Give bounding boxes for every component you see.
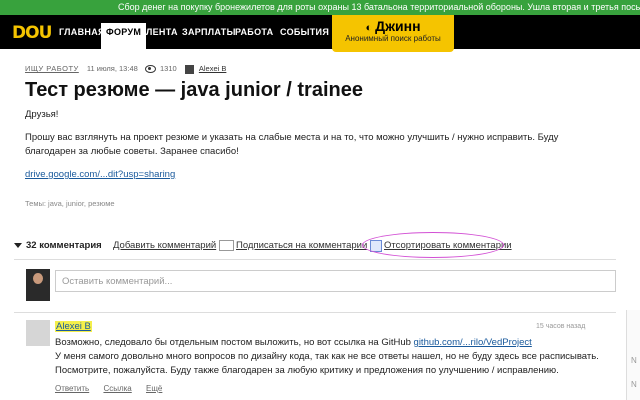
post-link[interactable]: drive.google.com/...dit?usp=sharing xyxy=(25,169,175,180)
nav-events[interactable]: СОБЫТИЯ xyxy=(280,27,329,37)
banner-text: Сбор денег на покупку бронежилетов для р… xyxy=(118,2,640,12)
divider xyxy=(14,312,616,313)
mail-icon xyxy=(219,240,234,251)
post-link-wrap: drive.google.com/...dit?usp=sharing xyxy=(25,168,175,182)
post-meta: Ищу работу 11 июля, 13:48 1310 Alexei B xyxy=(25,64,226,74)
top-nav: DOU ГЛАВНАЯ ФОРУМ ЛЕНТА ЗАРПЛАТЫ РАБОТА … xyxy=(0,15,640,49)
post-views: 1310 xyxy=(159,64,177,73)
djinn-button[interactable]: ◐ Джинн Анонимный поиск работы xyxy=(332,15,454,52)
permalink-link[interactable]: Ссылка xyxy=(103,384,131,393)
comment-input[interactable]: Оставить комментарий... xyxy=(55,270,616,292)
comment-line2: У меня самого довольно много вопросов по… xyxy=(55,351,599,362)
comments-count: 32 комментария xyxy=(26,240,102,251)
post-category[interactable]: Ищу работу xyxy=(25,64,79,73)
post-body: Прошу вас взглянуть на проект резюме и у… xyxy=(25,132,559,157)
post-date: 11 июля, 13:48 xyxy=(86,64,138,73)
highlight-oval xyxy=(362,232,504,258)
comment-text: Возможно, следовало бы отдельным постом … xyxy=(55,336,615,378)
more-link[interactable]: Ещё xyxy=(146,384,162,393)
djinn-title: Джинн xyxy=(375,18,421,34)
comment-line3: Посмотрите, пожалуйста. Буду также благо… xyxy=(55,365,559,376)
dou-logo[interactable]: DOU xyxy=(12,23,52,43)
collapse-triangle-icon[interactable] xyxy=(14,243,22,248)
post-tags: Темы: java, junior, резюме xyxy=(25,199,115,208)
donation-banner[interactable]: Сбор денег на покупку бронежилетов для р… xyxy=(0,0,640,15)
add-comment-link[interactable]: Добавить комментарий xyxy=(113,240,216,251)
eye-icon xyxy=(144,65,156,74)
sidebar-marker: N xyxy=(631,380,637,389)
nav-home[interactable]: ГЛАВНАЯ xyxy=(59,27,105,37)
comment-author-avatar[interactable] xyxy=(26,320,50,346)
comment-author[interactable]: Alexei B xyxy=(55,321,92,332)
github-link[interactable]: github.com/...rilo/VedProject xyxy=(414,337,532,348)
author-avatar[interactable] xyxy=(184,64,194,74)
right-sidebar: N N xyxy=(626,310,640,400)
sidebar-marker: N xyxy=(631,356,637,365)
current-user-avatar xyxy=(26,269,50,301)
nav-jobs[interactable]: РАБОТА xyxy=(235,27,273,37)
post-author[interactable]: Alexei B xyxy=(199,64,227,73)
comment-time[interactable]: 15 часов назад xyxy=(536,323,585,330)
lamp-icon: ◐ xyxy=(365,22,373,34)
divider xyxy=(14,259,616,260)
subscribe-link[interactable]: Подписаться на комментарии xyxy=(236,240,367,251)
post-title: Тест резюме — java junior / trainee xyxy=(25,79,363,101)
nav-salaries[interactable]: ЗАРПЛАТЫ xyxy=(182,27,236,37)
reply-link[interactable]: Ответить xyxy=(55,384,89,393)
post-greeting: Друзья! xyxy=(25,109,59,120)
comment-actions: Ответить Ссылка Ещё xyxy=(55,384,174,393)
comment-line1: Возможно, следовало бы отдельным постом … xyxy=(55,337,414,348)
comments-bar: 32 комментария Добавить комментарий Подп… xyxy=(14,238,614,254)
djinn-subtitle: Анонимный поиск работы xyxy=(345,34,441,43)
nav-feed[interactable]: ЛЕНТА xyxy=(146,27,178,37)
nav-forum[interactable]: ФОРУМ xyxy=(101,23,147,49)
